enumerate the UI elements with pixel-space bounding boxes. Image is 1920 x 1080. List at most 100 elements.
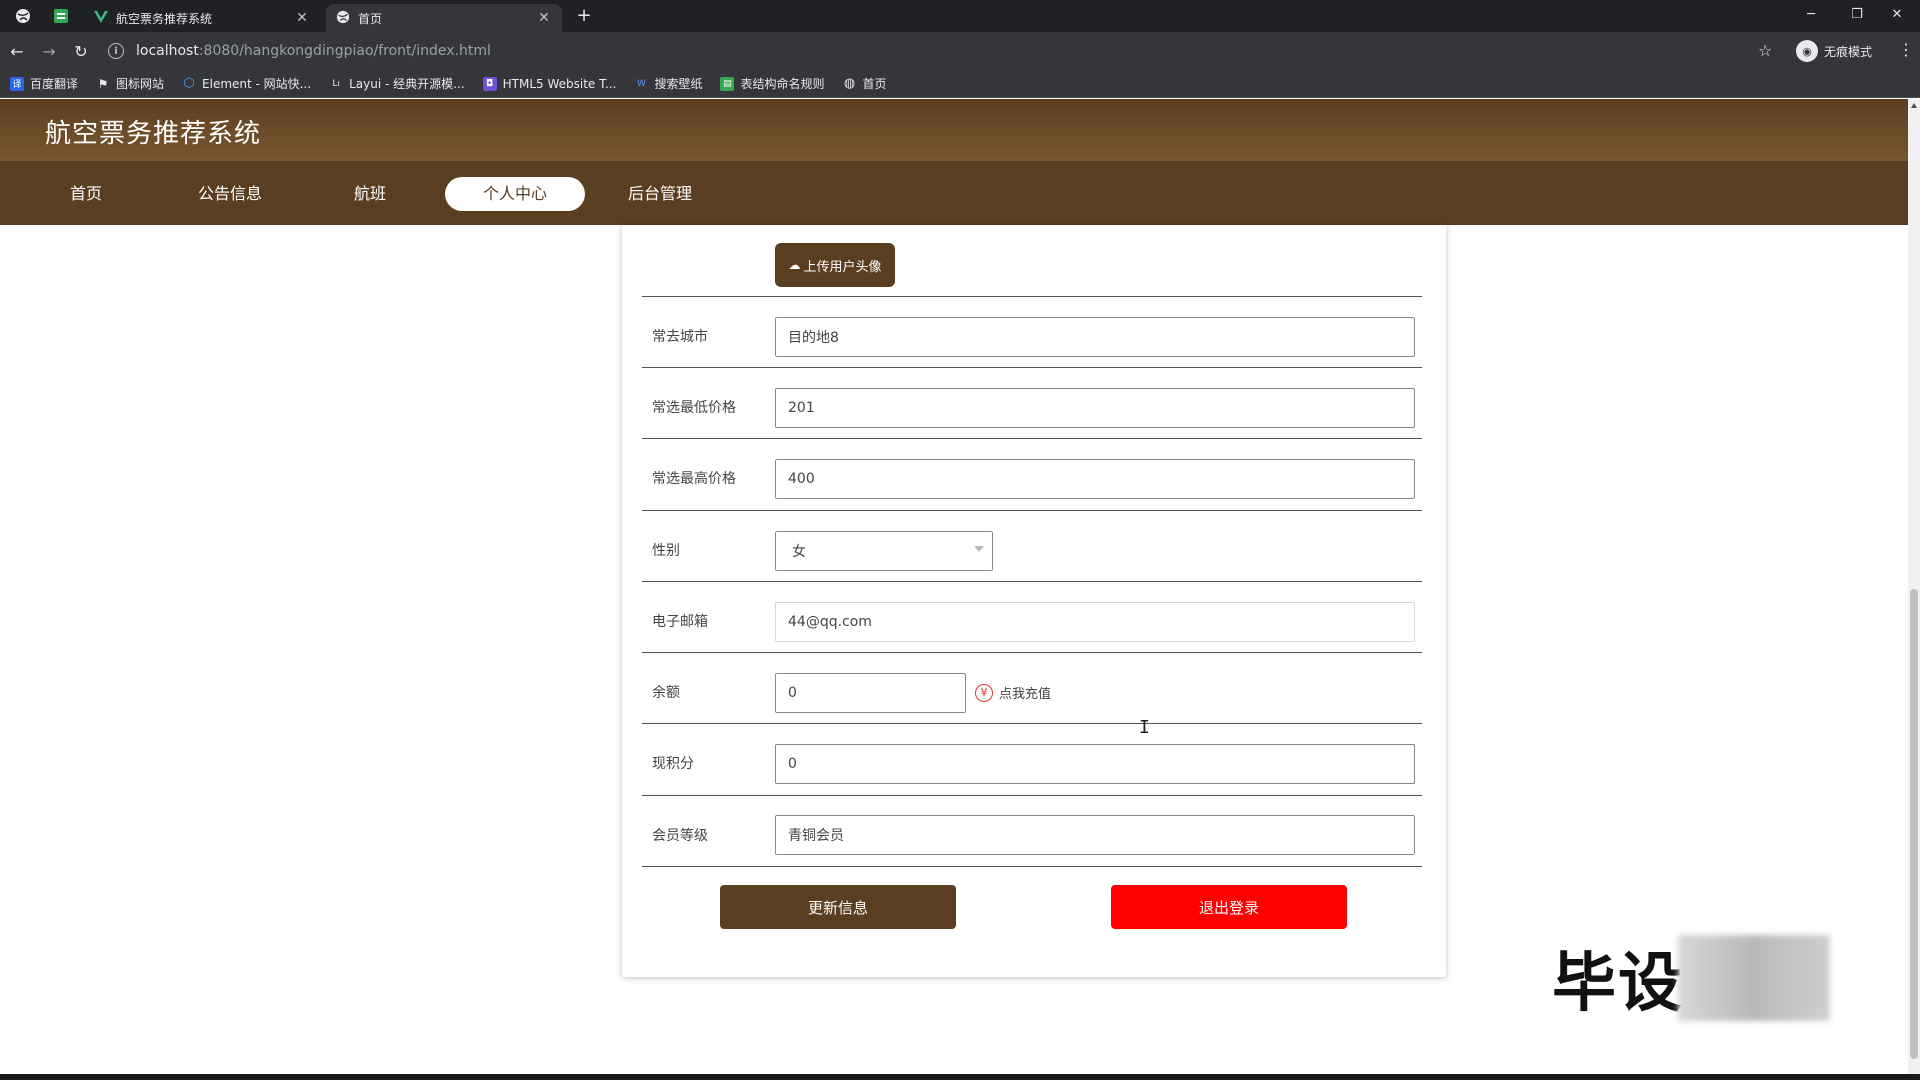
url-host: localhost	[136, 43, 199, 59]
gender-select[interactable]: 女	[775, 531, 993, 571]
max-price-label: 常选最高价格	[652, 471, 736, 487]
browser-tab-bar: 航空票务推荐系统 ✕ 首页 ✕ + ─ ❐ ✕	[0, 0, 1920, 32]
bookmark-item[interactable]: ⚑ 图标网站	[96, 75, 164, 92]
update-info-button[interactable]: 更新信息	[720, 885, 956, 929]
balance-input[interactable]: 0	[775, 673, 966, 713]
page-scrollbar[interactable]	[1908, 99, 1920, 1074]
layui-icon: Lı	[332, 78, 340, 89]
upload-avatar-label: 上传用户头像	[803, 259, 882, 275]
browser-toolbar: ← → ↻ i localhost :8080/hangkongdingpiao…	[0, 32, 1920, 70]
row-divider	[642, 795, 1422, 796]
tab-label: 首页	[358, 11, 383, 26]
watermark-text: 毕设	[1552, 947, 1684, 1021]
min-price-input[interactable]: 201	[775, 388, 1415, 428]
watermark-blur	[1678, 935, 1830, 1021]
gender-value: 女	[792, 544, 806, 560]
yen-icon: ¥	[975, 683, 993, 702]
logout-button[interactable]: 退出登录	[1111, 885, 1347, 929]
incognito-indicator[interactable]: ◉ 无痕模式	[1796, 40, 1872, 62]
member-level-input[interactable]: 青铜会员	[775, 815, 1415, 855]
tab-label: 航空票务推荐系统	[116, 11, 213, 26]
site-nav: 首页 公告信息 航班 个人中心 后台管理	[0, 161, 1908, 225]
min-price-label: 常选最低价格	[652, 400, 736, 416]
pinned-tab-icon[interactable]	[52, 0, 70, 32]
window-close-icon[interactable]: ✕	[1874, 0, 1920, 28]
bookmark-item[interactable]: ◘ HTML5 Website T...	[482, 76, 617, 91]
bookmark-item[interactable]: ⬡ Element - 网站快...	[182, 75, 311, 92]
incognito-icon: ◉	[1796, 40, 1818, 62]
tab-home[interactable]: 首页 ✕	[326, 4, 562, 32]
menu-dots-icon[interactable]: ⋮	[1898, 40, 1914, 59]
bookmark-label: HTML5 Website T...	[502, 76, 617, 91]
bookmarks-bar: 译 百度翻译 ⚑ 图标网站 ⬡ Element - 网站快... Lı Layu…	[0, 70, 1920, 98]
email-label: 电子邮箱	[652, 614, 708, 630]
points-label: 现积分	[652, 756, 694, 772]
scroll-up-arrow-icon[interactable]	[1911, 103, 1917, 108]
max-price-input[interactable]: 400	[775, 459, 1415, 499]
cloud-upload-icon: ☁	[788, 258, 801, 272]
points-input[interactable]: 0	[775, 744, 1415, 784]
vue-icon	[94, 10, 108, 26]
sheet-icon: ▤	[720, 76, 735, 91]
site-title: 航空票务推荐系统	[45, 119, 262, 149]
bookmark-label: Layui - 经典开源模...	[349, 77, 465, 91]
nav-admin[interactable]: 后台管理	[600, 177, 720, 211]
new-tab-button[interactable]: +	[572, 6, 596, 26]
email-input[interactable]: 44@qq.com	[775, 602, 1415, 642]
recharge-link[interactable]: ¥ 点我充值	[975, 683, 1051, 702]
site-header: 航空票务推荐系统	[0, 99, 1908, 161]
nav-flights[interactable]: 航班	[310, 177, 430, 211]
minimize-icon[interactable]: ─	[1788, 0, 1834, 28]
chrome-globe-icon[interactable]	[14, 0, 32, 32]
watermark: 毕设	[1552, 935, 1830, 1021]
wallpaper-icon: W	[637, 78, 646, 89]
back-arrow-icon[interactable]: ←	[4, 38, 30, 64]
row-divider	[642, 723, 1422, 724]
row-divider	[642, 581, 1422, 582]
element-hexagon-icon: ⬡	[183, 76, 195, 91]
tab-site-title[interactable]: 航空票务推荐系统 ✕	[84, 4, 320, 32]
nav-personal-center[interactable]: 个人中心	[445, 177, 585, 211]
page-viewport: 航空票务推荐系统 首页 公告信息 航班 个人中心 后台管理 ☁ 上传用户头像 常…	[0, 99, 1908, 1074]
bookmark-label: Element - 网站快...	[202, 77, 312, 91]
translate-icon: 译	[10, 76, 24, 91]
html5-template-icon: ◘	[482, 76, 497, 91]
upload-avatar-button[interactable]: ☁ 上传用户头像	[775, 243, 895, 287]
forward-arrow-icon[interactable]: →	[36, 38, 62, 64]
bookmark-item[interactable]: ▤ 表结构命名规则	[720, 75, 824, 92]
gender-label: 性别	[652, 543, 680, 559]
row-divider	[642, 367, 1422, 368]
row-divider	[642, 438, 1422, 439]
frequent-city-input[interactable]: 目的地8	[775, 317, 1415, 357]
info-icon[interactable]: i	[108, 43, 124, 59]
star-icon[interactable]: ☆	[1758, 41, 1772, 60]
row-divider	[642, 652, 1422, 653]
bookmark-label: 首页	[862, 77, 887, 91]
scrollbar-thumb[interactable]	[1910, 589, 1918, 1059]
incognito-label: 无痕模式	[1824, 44, 1873, 59]
close-icon[interactable]: ✕	[536, 10, 552, 26]
nav-home[interactable]: 首页	[26, 177, 146, 211]
row-divider	[642, 510, 1422, 511]
reload-icon[interactable]: ↻	[68, 38, 94, 64]
bookmark-label: 搜索壁纸	[654, 77, 703, 91]
flag-icon: ⚑	[97, 76, 109, 91]
bookmark-label: 百度翻译	[30, 77, 79, 91]
close-icon[interactable]: ✕	[294, 10, 310, 26]
member-level-label: 会员等级	[652, 828, 708, 844]
bookmark-label: 图标网站	[116, 77, 165, 91]
bookmark-item[interactable]: Lı Layui - 经典开源模...	[329, 75, 464, 92]
bookmark-item[interactable]: ◍ 首页	[842, 75, 887, 92]
taskbar-edge	[0, 1074, 1920, 1080]
balance-label: 余额	[652, 685, 680, 701]
url-path: :8080/hangkongdingpiao/front/index.html	[198, 43, 491, 59]
text-cursor-icon: I	[1139, 717, 1150, 738]
bookmark-item[interactable]: W 搜索壁纸	[634, 75, 702, 92]
nav-announcements[interactable]: 公告信息	[170, 177, 290, 211]
globe-icon: ◍	[843, 76, 856, 91]
bookmark-item[interactable]: 译 百度翻译	[10, 75, 78, 92]
frequent-city-label: 常去城市	[652, 329, 708, 345]
address-bar[interactable]: i localhost :8080/hangkongdingpiao/front…	[108, 37, 1778, 65]
row-divider	[642, 866, 1422, 867]
bookmark-label: 表结构命名规则	[740, 77, 825, 91]
